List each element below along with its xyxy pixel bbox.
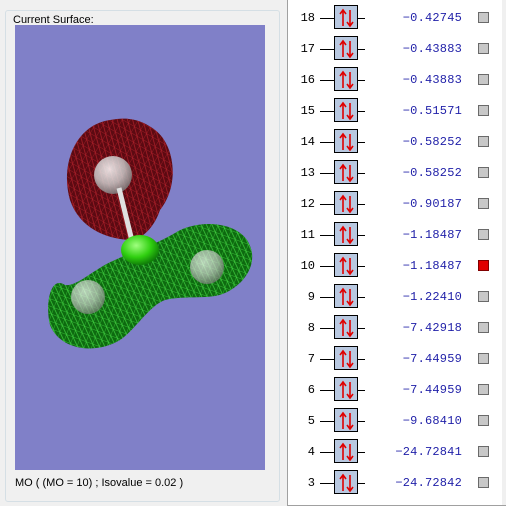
orbital-energy: −1.22410: [402, 290, 462, 304]
orbital-energy-list[interactable]: 18 −0.42745 17 −0.43883 16 −0.43883 15 −0.51571…: [287, 0, 506, 506]
mo-number: 5: [307, 414, 315, 428]
list-scrollbar[interactable]: [502, 0, 506, 505]
mo-number: 16: [300, 73, 315, 87]
selection-checkbox-icon[interactable]: [478, 198, 489, 209]
orbital-row[interactable]: 15 −0.51571: [288, 97, 498, 125]
up-down-arrows-icon: [334, 67, 358, 91]
orbital-energy: −0.58252: [402, 135, 462, 149]
orbital-energy: −0.51571: [402, 104, 462, 118]
orbital-row[interactable]: 17 −0.43883: [288, 35, 498, 63]
orbital-energy: −7.42918: [402, 321, 462, 335]
up-down-arrows-icon: [334, 160, 358, 184]
orbital-row[interactable]: 18 −0.42745: [288, 4, 498, 32]
selection-checkbox-icon[interactable]: [478, 260, 489, 271]
up-down-arrows-icon: [334, 377, 358, 401]
orbital-row[interactable]: 4 −24.72841: [288, 438, 498, 466]
up-down-arrows-icon: [334, 315, 358, 339]
mo-number: 9: [307, 290, 315, 304]
up-down-arrows-icon: [334, 5, 358, 29]
orbital-row[interactable]: 9 −1.22410: [288, 283, 498, 311]
orbital-row[interactable]: 10 −1.18487: [288, 252, 498, 280]
orbital-row[interactable]: 16 −0.43883: [288, 66, 498, 94]
selection-checkbox-icon[interactable]: [478, 384, 489, 395]
selection-checkbox-icon[interactable]: [478, 74, 489, 85]
selection-checkbox-icon[interactable]: [478, 43, 489, 54]
molecule-viewport[interactable]: [15, 25, 265, 470]
mo-number: 13: [300, 166, 315, 180]
selection-checkbox-icon[interactable]: [478, 322, 489, 333]
mo-number: 12: [300, 197, 315, 211]
orbital-energy: −1.18487: [402, 259, 462, 273]
up-down-arrows-icon: [334, 408, 358, 432]
up-down-arrows-icon: [334, 222, 358, 246]
selection-checkbox-icon[interactable]: [478, 446, 489, 457]
orbital-row[interactable]: 14 −0.58252: [288, 128, 498, 156]
mo-number: 7: [307, 352, 315, 366]
orbital-row[interactable]: 11 −1.18487: [288, 221, 498, 249]
orbital-energy: −7.44959: [402, 352, 462, 366]
selection-checkbox-icon[interactable]: [478, 353, 489, 364]
orbital-energy: −1.18487: [402, 228, 462, 242]
orbital-energy: −0.43883: [402, 73, 462, 87]
mo-number: 6: [307, 383, 315, 397]
selection-checkbox-icon[interactable]: [478, 12, 489, 23]
orbital-surface-render[interactable]: [15, 25, 265, 470]
orbital-row[interactable]: 6 −7.44959: [288, 376, 498, 404]
mo-isovalue-status: MO ( (MO = 10) ; Isovalue = 0.02 ): [15, 477, 184, 489]
orbital-energy: −0.42745: [402, 11, 462, 25]
mo-number: 8: [307, 321, 315, 335]
up-down-arrows-icon: [334, 253, 358, 277]
orbital-energy: −0.58252: [402, 166, 462, 180]
up-down-arrows-icon: [334, 470, 358, 494]
selection-checkbox-icon[interactable]: [478, 229, 489, 240]
orbital-energy: −24.72842: [395, 476, 462, 490]
selection-checkbox-icon[interactable]: [478, 415, 489, 426]
selection-checkbox-icon[interactable]: [478, 291, 489, 302]
selection-checkbox-icon[interactable]: [478, 105, 489, 116]
orbital-energy: −7.44959: [402, 383, 462, 397]
mo-number: 10: [300, 259, 315, 273]
positive-lobe: [66, 118, 173, 240]
up-down-arrows-icon: [334, 129, 358, 153]
orbital-energy: −0.90187: [402, 197, 462, 211]
orbital-energy: −24.72841: [395, 445, 462, 459]
orbital-energy: −9.68410: [402, 414, 462, 428]
orbital-energy: −0.43883: [402, 42, 462, 56]
orbital-row[interactable]: 13 −0.58252: [288, 159, 498, 187]
up-down-arrows-icon: [334, 346, 358, 370]
up-down-arrows-icon: [334, 439, 358, 463]
orbital-row[interactable]: 5 −9.68410: [288, 407, 498, 435]
orbital-row[interactable]: 8 −7.42918: [288, 314, 498, 342]
selection-checkbox-icon[interactable]: [478, 167, 489, 178]
mo-number: 11: [300, 228, 315, 242]
mo-number: 18: [300, 11, 315, 25]
up-down-arrows-icon: [334, 284, 358, 308]
mo-number: 3: [307, 476, 315, 490]
mo-number: 17: [300, 42, 315, 56]
orbital-row[interactable]: 3 −24.72842: [288, 469, 498, 497]
mo-number: 4: [307, 445, 315, 459]
selection-checkbox-icon[interactable]: [478, 477, 489, 488]
up-down-arrows-icon: [334, 191, 358, 215]
mo-number: 14: [300, 135, 315, 149]
up-down-arrows-icon: [334, 36, 358, 60]
up-down-arrows-icon: [334, 98, 358, 122]
orbital-row[interactable]: 7 −7.44959: [288, 345, 498, 373]
selection-checkbox-icon[interactable]: [478, 136, 489, 147]
orbital-row[interactable]: 12 −0.90187: [288, 190, 498, 218]
mo-number: 15: [300, 104, 315, 118]
